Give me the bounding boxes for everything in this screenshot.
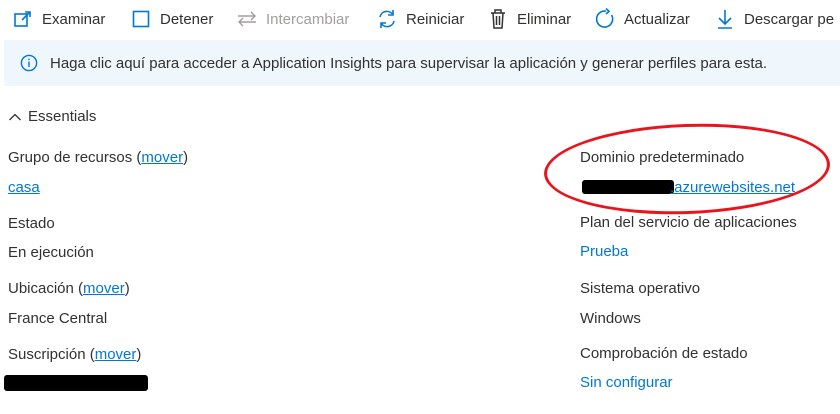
status-value: En ejecución [8, 244, 94, 261]
status-label: Estado [8, 215, 55, 232]
stop-label: Detener [160, 10, 214, 28]
restart-label: Reiniciar [406, 10, 465, 28]
location-value: France Central [8, 310, 108, 327]
delete-label: Eliminar [517, 10, 572, 28]
browse-label: Examinar [42, 10, 106, 28]
swap-label: Intercambiar [266, 10, 350, 28]
refresh-icon [594, 8, 616, 30]
restart-icon [376, 8, 398, 30]
resource-group-close-paren: ) [183, 149, 189, 166]
default-domain-redaction [582, 180, 674, 194]
health-check-value[interactable]: Sin configurar [580, 374, 673, 391]
highlight-ellipse [542, 119, 832, 219]
operating-system-value: Windows [580, 310, 641, 327]
download-icon [714, 8, 736, 30]
resource-group-label: Grupo de recursos (mover) [8, 149, 188, 166]
subscription-value-redaction [4, 375, 148, 391]
essentials-toggle[interactable]: Essentials [8, 108, 96, 125]
default-domain-value[interactable]: .azurewebsites.net [670, 179, 795, 196]
resource-group-value[interactable]: casa [8, 179, 40, 196]
delete-button[interactable]: Eliminar [487, 0, 571, 38]
stop-button[interactable]: Detener [130, 0, 213, 38]
chevron-up-icon [8, 110, 22, 124]
app-service-plan-value[interactable]: Prueba [580, 243, 628, 260]
location-label: Ubicación (mover) [8, 280, 130, 297]
essentials-label: Essentials [28, 108, 97, 125]
subscription-close-paren: ) [136, 346, 142, 363]
download-button[interactable]: Descargar pe [714, 0, 834, 38]
refresh-button[interactable]: Actualizar [594, 0, 690, 38]
download-label: Descargar pe [744, 10, 835, 28]
default-domain-label: Dominio predeterminado [580, 149, 745, 166]
command-bar: Examinar Detener Intercambiar Reiniciar … [0, 0, 840, 38]
application-insights-banner[interactable]: Haga clic aquí para acceder a Applicatio… [4, 40, 840, 86]
info-icon [20, 54, 38, 72]
subscription-label-text: Suscripción [8, 346, 86, 363]
location-move-link[interactable]: mover [83, 280, 125, 297]
location-open-paren: ( [73, 280, 84, 297]
health-check-label: Comprobación de estado [580, 345, 748, 362]
swap-icon [236, 8, 258, 30]
trash-icon [487, 8, 509, 30]
subscription-label: Suscripción (mover) [8, 346, 141, 363]
subscription-open-paren: ( [85, 346, 95, 363]
app-service-plan-label: Plan del servicio de aplicaciones [580, 214, 797, 231]
banner-text: Haga clic aquí para acceder a Applicatio… [50, 54, 768, 72]
stop-icon [130, 8, 152, 30]
swap-button[interactable]: Intercambiar [236, 0, 349, 38]
resource-group-label-text: Grupo de recursos [8, 149, 133, 166]
subscription-move-link[interactable]: mover [95, 346, 137, 363]
resource-group-move-link[interactable]: mover [141, 149, 183, 166]
refresh-label: Actualizar [624, 10, 690, 28]
location-label-text: Ubicación [8, 280, 74, 297]
restart-button[interactable]: Reiniciar [376, 0, 464, 38]
operating-system-label: Sistema operativo [580, 280, 701, 297]
external-link-icon [12, 8, 34, 30]
location-close-paren: ) [124, 280, 130, 297]
browse-button[interactable]: Examinar [12, 0, 105, 38]
